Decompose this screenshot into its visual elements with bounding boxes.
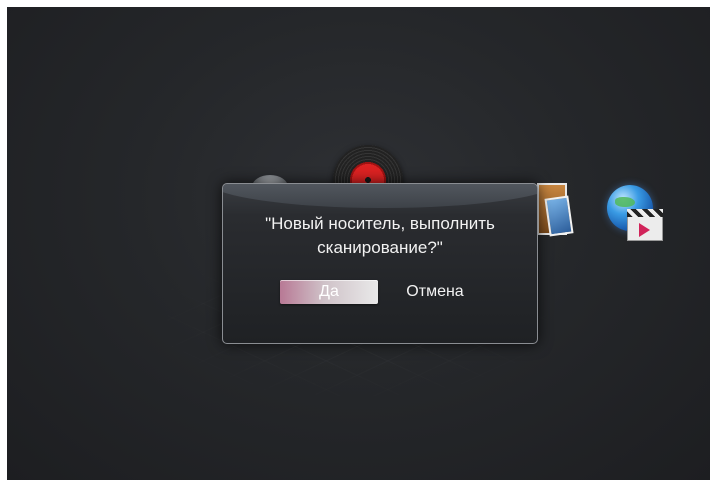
dialog-message-line2: сканирование?" <box>317 238 443 257</box>
internet-video-icon[interactable] <box>603 185 667 243</box>
tv-screen: "Новый носитель, выполнить сканирование?… <box>7 7 710 480</box>
scan-dialog: "Новый носитель, выполнить сканирование?… <box>222 183 538 344</box>
dialog-header-gloss <box>223 184 537 208</box>
photo-front <box>544 195 574 237</box>
clapperboard-icon <box>627 209 663 241</box>
photos-icon[interactable] <box>537 183 574 237</box>
dialog-message-line1: "Новый носитель, выполнить <box>265 214 495 233</box>
yes-button[interactable]: Да <box>280 280 378 304</box>
dialog-message: "Новый носитель, выполнить сканирование?… <box>223 212 537 260</box>
cancel-button[interactable]: Отмена <box>395 280 475 304</box>
